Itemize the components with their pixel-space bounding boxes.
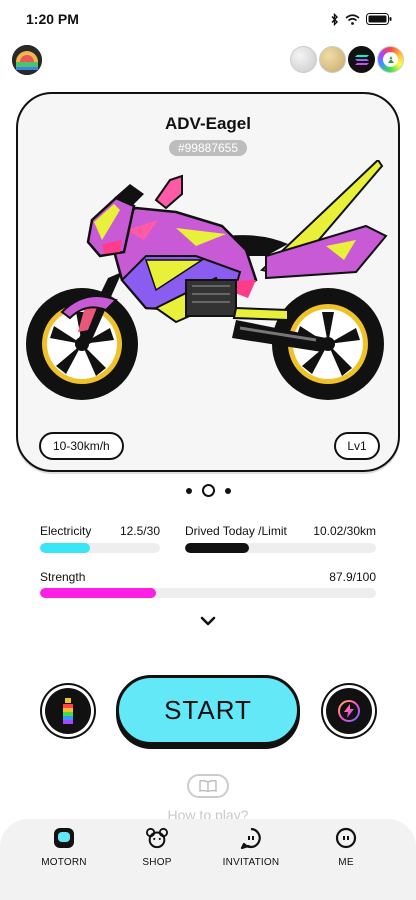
- electricity-bar-fill: [40, 543, 91, 553]
- status-time: 1:20 PM: [26, 11, 79, 27]
- electricity-label: Electricity: [40, 524, 92, 538]
- strength-bar-fill: [40, 588, 156, 598]
- nav-label-me: ME: [338, 857, 354, 868]
- bottle-icon: [63, 698, 73, 724]
- lightning-icon: [338, 699, 360, 723]
- bike-name: ADV-Eagel: [165, 114, 251, 133]
- bike-id-badge: #99887655: [169, 140, 247, 156]
- strength-label: Strength: [40, 570, 86, 584]
- chevron-down-icon[interactable]: [200, 616, 216, 626]
- repair-button[interactable]: [45, 688, 91, 734]
- nav-item-shop[interactable]: SHOP: [105, 819, 209, 868]
- status-icons: [331, 11, 392, 27]
- token-list: [290, 46, 404, 73]
- shop-icon: [146, 827, 168, 849]
- wifi-icon: [345, 13, 360, 25]
- carousel-dot[interactable]: [185, 487, 192, 494]
- gold-token-icon[interactable]: [319, 46, 346, 73]
- level-badge: Lv1: [334, 432, 380, 460]
- drived-today-label: Drived Today /Limit: [185, 524, 287, 538]
- start-button[interactable]: START: [116, 675, 300, 745]
- battery-icon: [366, 13, 392, 25]
- nav-item-invitation[interactable]: INVITATION: [199, 819, 303, 868]
- avatar-image: [12, 45, 42, 75]
- drived-today-value: 10.02/30km: [313, 524, 376, 538]
- electricity-bar: [40, 543, 160, 553]
- rainbow-token-icon[interactable]: [377, 46, 404, 73]
- nav-label-invitation: INVITATION: [222, 857, 280, 868]
- drived-today-bar-fill: [185, 543, 249, 553]
- bluetooth-icon: [331, 12, 338, 26]
- book-icon: [199, 780, 217, 792]
- electricity-value: 12.5/30: [119, 524, 160, 538]
- solana-token-icon[interactable]: [348, 46, 375, 73]
- nav-item-motorn[interactable]: MOTORN: [12, 819, 116, 868]
- silver-token-icon[interactable]: [290, 46, 317, 73]
- motorcycle-image: [26, 160, 388, 400]
- nav-label-motorn: MOTORN: [41, 857, 87, 868]
- speed-range-badge: 10-30km/h: [39, 432, 124, 460]
- motorn-icon: [53, 827, 75, 849]
- carousel-dot[interactable]: [224, 487, 231, 494]
- avatar[interactable]: [12, 45, 42, 75]
- bottom-navigation: MOTORN SHOP INVITATION ME: [0, 819, 416, 900]
- how-to-play-button[interactable]: [187, 774, 229, 798]
- nav-item-me[interactable]: ME: [294, 819, 398, 868]
- me-icon: [335, 827, 357, 849]
- nav-label-shop: SHOP: [142, 857, 172, 868]
- strength-value: 87.9/100: [329, 570, 376, 584]
- carousel-indicator: [0, 484, 416, 497]
- strength-bar: [40, 588, 376, 598]
- charge-button[interactable]: [326, 688, 372, 734]
- invitation-icon: [240, 827, 262, 849]
- carousel-dot-active[interactable]: [201, 484, 215, 497]
- drived-today-bar: [185, 543, 376, 553]
